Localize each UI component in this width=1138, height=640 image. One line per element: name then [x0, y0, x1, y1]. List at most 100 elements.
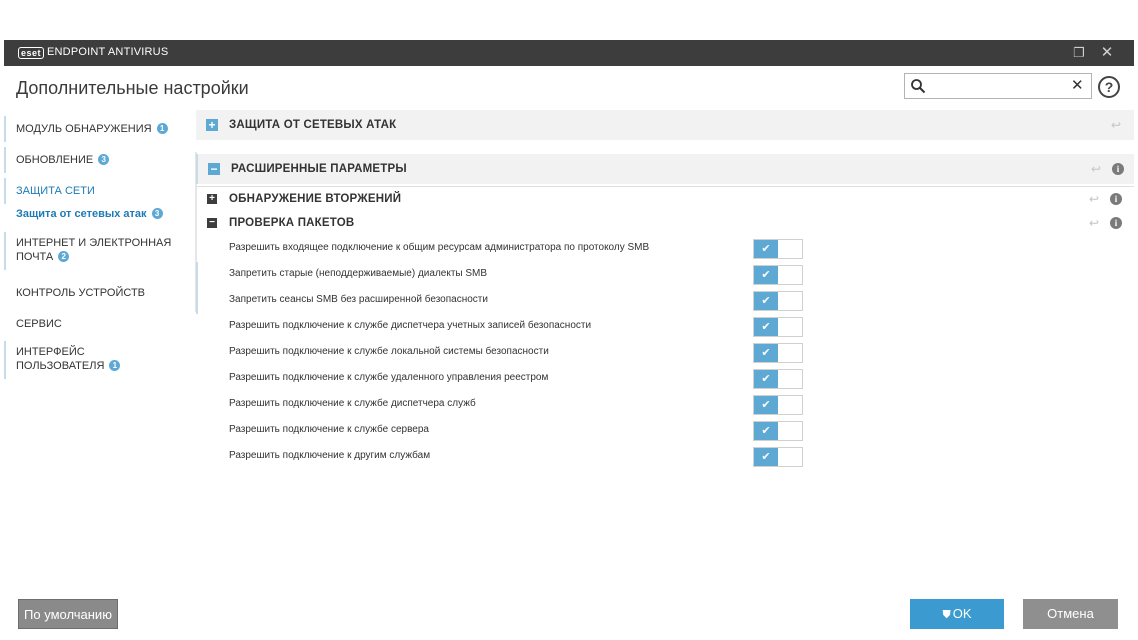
setting-label: Разрешить подключение к другим службам: [229, 450, 431, 461]
setting-row: Разрешить подключение к службе локальной…: [196, 340, 1134, 366]
search-icon: [911, 79, 926, 94]
setting-row: Разрешить входящее подключение к общим р…: [196, 236, 1134, 262]
setting-row: Разрешить подключение к другим службам ✔: [196, 444, 1134, 470]
check-icon: ✔: [754, 266, 778, 284]
sidebar-item-network-protection[interactable]: ЗАЩИТА СЕТИ: [4, 178, 194, 204]
subsection-title: ПРОВЕРКА ПАКЕТОВ: [229, 217, 355, 229]
sidebar-item-user-interface[interactable]: ИНТЕРФЕЙС ПОЛЬЗОВАТЕЛЯ 1: [4, 341, 194, 379]
ok-button[interactable]: ⛊ OK: [910, 599, 1004, 629]
setting-toggle[interactable]: ✔: [753, 343, 803, 363]
setting-toggle[interactable]: ✔: [753, 395, 803, 415]
title-bar: eset ENDPOINT ANTIVIRUS ❐ ✕: [4, 40, 1134, 66]
setting-label: Разрешить подключение к службе сервера: [229, 424, 429, 435]
revert-icon[interactable]: ↩: [1089, 192, 1099, 206]
setting-label: Разрешить подключение к службе удаленног…: [229, 372, 549, 383]
cancel-button[interactable]: Отмена: [1023, 599, 1118, 629]
eset-logo: eset: [18, 47, 45, 59]
search-box[interactable]: ✕: [904, 73, 1092, 99]
sidebar-marker: [4, 341, 6, 379]
restore-icon[interactable]: ❐: [1070, 44, 1088, 62]
expand-icon[interactable]: +: [206, 119, 218, 131]
sidebar-item-label: ПОЛЬЗОВАТЕЛЯ: [16, 360, 105, 372]
app-name: ENDPOINT ANTIVIRUS: [47, 46, 169, 58]
close-icon[interactable]: ✕: [1098, 44, 1116, 62]
default-button[interactable]: По умолчанию: [18, 599, 118, 629]
subsection-title: ОБНАРУЖЕНИЕ ВТОРЖЕНИЙ: [229, 193, 402, 205]
info-icon[interactable]: i: [1112, 163, 1124, 175]
revert-icon[interactable]: ↩: [1089, 216, 1099, 230]
section-network-attack-protection[interactable]: + ЗАЩИТА ОТ СЕТЕВЫХ АТАК ↩: [196, 110, 1134, 140]
sidebar-item-update[interactable]: ОБНОВЛЕНИЕ 3: [4, 147, 194, 173]
setting-toggle[interactable]: ✔: [753, 369, 803, 389]
count-badge: 3: [98, 154, 110, 165]
setting-label: Разрешить подключение к службе диспетчер…: [229, 320, 592, 331]
sidebar-item-label: ЗАЩИТА СЕТИ: [16, 185, 95, 197]
sidebar-item-web-email[interactable]: ИНТЕРНЕТ И ЭЛЕКТРОННАЯ ПОЧТА 2: [4, 232, 194, 270]
count-badge: 2: [58, 251, 70, 262]
section-title: ЗАЩИТА ОТ СЕТЕВЫХ АТАК: [229, 119, 397, 131]
sidebar-item-network-attack-protection[interactable]: Защита от сетевых атак 3: [4, 204, 194, 226]
setting-toggle[interactable]: ✔: [753, 265, 803, 285]
sidebar-item-label: МОДУЛЬ ОБНАРУЖЕНИЯ: [16, 123, 152, 135]
info-icon[interactable]: i: [1110, 193, 1122, 205]
check-icon: ✔: [754, 448, 778, 466]
sidebar-item-label: ИНТЕРНЕТ И ЭЛЕКТРОННАЯ: [16, 237, 172, 249]
sidebar-item-tools[interactable]: СЕРВИС: [4, 311, 194, 337]
setting-row: Запретить сеансы SMB без расширенной без…: [196, 288, 1134, 314]
sidebar-item-label: ИНТЕРФЕЙС: [16, 346, 85, 358]
setting-row: Разрешить подключение к службе диспетчер…: [196, 392, 1134, 418]
setting-label: Разрешить подключение к службе локальной…: [229, 346, 549, 357]
check-icon: ✔: [754, 318, 778, 336]
check-icon: ✔: [754, 422, 778, 440]
sidebar-item-label: Защита от сетевых атак: [16, 208, 147, 220]
setting-label: Запретить старые (неподдерживаемые) диал…: [229, 268, 488, 279]
row-marker: [196, 288, 198, 314]
revert-icon[interactable]: ↩: [1111, 118, 1121, 132]
setting-toggle[interactable]: ✔: [753, 291, 803, 311]
sidebar-item-detection[interactable]: МОДУЛЬ ОБНАРУЖЕНИЯ 1: [4, 116, 194, 142]
shield-icon: ⛊: [942, 609, 951, 621]
revert-icon[interactable]: ↩: [1091, 162, 1101, 176]
check-icon: ✔: [754, 396, 778, 414]
count-badge: 1: [109, 360, 121, 371]
search-input[interactable]: [931, 77, 1066, 95]
sidebar-item-label: ПОЧТА: [16, 251, 54, 263]
setting-toggle[interactable]: ✔: [753, 317, 803, 337]
subsection-packet-inspection[interactable]: − ПРОВЕРКА ПАКЕТОВ ↩ i: [196, 211, 1134, 235]
collapse-icon[interactable]: −: [207, 218, 217, 228]
sidebar-item-device-control[interactable]: КОНТРОЛЬ УСТРОЙСТВ: [4, 280, 194, 306]
sidebar-marker: [4, 116, 6, 142]
sidebar-marker: [4, 147, 6, 173]
setting-label: Разрешить входящее подключение к общим р…: [229, 242, 650, 253]
setting-toggle[interactable]: ✔: [753, 447, 803, 467]
help-icon[interactable]: ?: [1098, 76, 1120, 98]
sidebar-marker: [4, 178, 6, 204]
sidebar-item-label: ОБНОВЛЕНИЕ: [16, 154, 94, 166]
settings-window: eset ENDPOINT ANTIVIRUS ❐ ✕ Дополнительн…: [4, 40, 1134, 640]
info-icon[interactable]: i: [1110, 217, 1122, 229]
setting-row: Запретить старые (неподдерживаемые) диал…: [196, 262, 1134, 288]
expand-icon[interactable]: +: [207, 194, 217, 204]
sidebar-marker: [4, 232, 6, 270]
sidebar-item-label: СЕРВИС: [16, 318, 62, 330]
collapse-icon[interactable]: −: [208, 163, 220, 175]
check-icon: ✔: [754, 370, 778, 388]
clear-search-icon[interactable]: ✕: [1071, 77, 1084, 95]
setting-row: Разрешить подключение к службе удаленног…: [196, 366, 1134, 392]
setting-row: Разрешить подключение к службе диспетчер…: [196, 314, 1134, 340]
setting-label: Запретить сеансы SMB без расширенной без…: [229, 294, 488, 305]
setting-toggle[interactable]: ✔: [753, 239, 803, 259]
sidebar-item-label: КОНТРОЛЬ УСТРОЙСТВ: [16, 287, 146, 299]
setting-label: Разрешить подключение к службе диспетчер…: [229, 398, 476, 409]
setting-toggle[interactable]: ✔: [753, 421, 803, 441]
count-badge: 1: [156, 123, 168, 134]
ok-label: OK: [952, 606, 972, 621]
section-title: РАСШИРЕННЫЕ ПАРАМЕТРЫ: [231, 163, 407, 175]
check-icon: ✔: [754, 292, 778, 310]
subsection-intrusion-detection[interactable]: + ОБНАРУЖЕНИЕ ВТОРЖЕНИЙ ↩ i: [196, 186, 1134, 210]
section-advanced-parameters[interactable]: − РАСШИРЕННЫЕ ПАРАМЕТРЫ ↩ i: [196, 154, 1134, 184]
row-marker: [196, 262, 198, 288]
check-icon: ✔: [754, 344, 778, 362]
setting-row: Разрешить подключение к службе сервера ✔: [196, 418, 1134, 444]
check-icon: ✔: [754, 240, 778, 258]
